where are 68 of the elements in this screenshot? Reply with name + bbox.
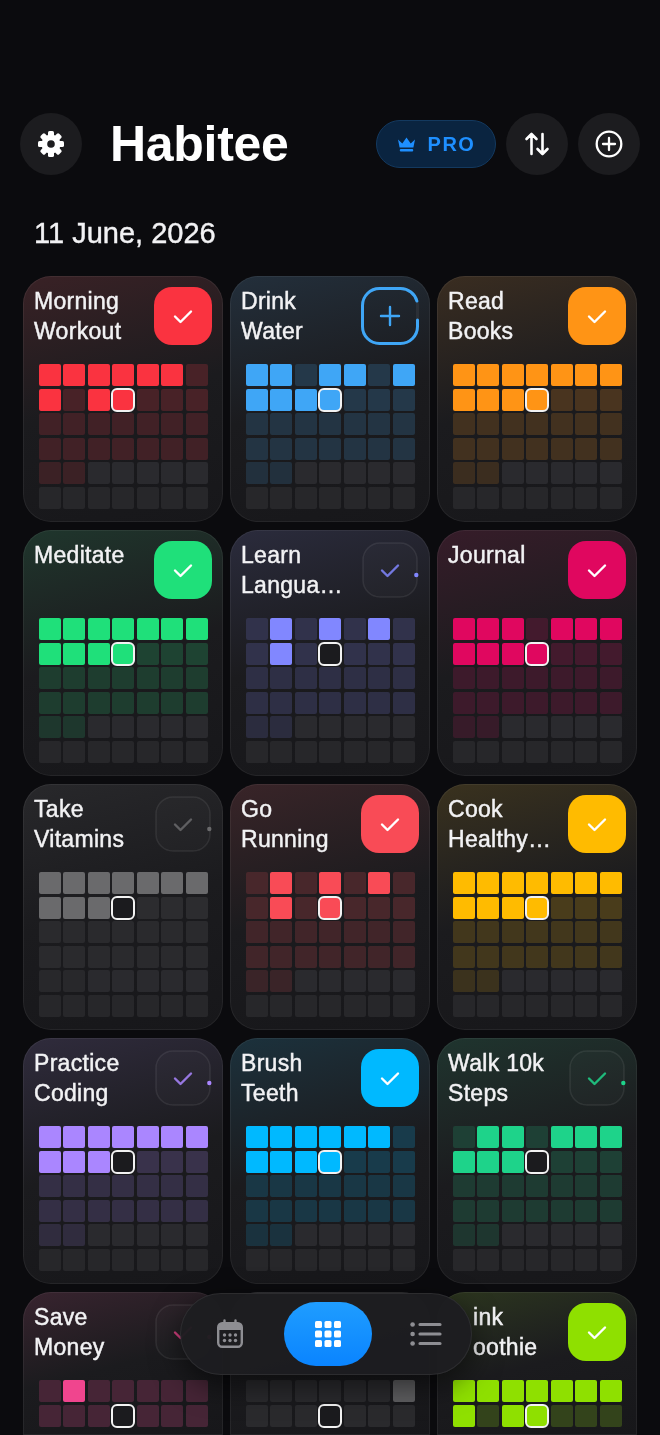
habit-card[interactable]: Drink Water: [230, 276, 430, 522]
app-title: Habitee: [110, 115, 289, 174]
habit-card[interactable]: Read Books: [437, 276, 637, 522]
habit-title: Walk 10k Steps: [448, 1049, 546, 1108]
habit-title: Morning Workout: [34, 287, 123, 346]
dot-icon: [414, 572, 419, 578]
list-icon: [410, 1321, 442, 1347]
habit-card[interactable]: ink oothie: [437, 1292, 637, 1435]
dot-icon: [207, 1080, 212, 1086]
settings-icon: [37, 130, 65, 158]
increment-button[interactable]: [361, 287, 419, 345]
checkmark-icon: [173, 818, 193, 832]
dot-icon: [207, 826, 212, 832]
habit-title: Meditate: [34, 541, 125, 570]
habit-card[interactable]: Walk 10k Steps: [437, 1038, 637, 1284]
habit-card[interactable]: Save Money: [23, 1292, 223, 1435]
checkmark-icon: [587, 1072, 607, 1086]
habit-title: Save Money: [34, 1303, 106, 1362]
checkmark-icon: [587, 1326, 607, 1340]
plus-icon: [379, 305, 401, 327]
date-label: 11 June, 2026: [34, 216, 217, 251]
check-button[interactable]: [154, 1049, 212, 1107]
crown-icon: [396, 136, 416, 152]
grid-icon: [315, 1321, 341, 1347]
checkmark-icon: [587, 818, 607, 832]
habit-card[interactable]: Brush Teeth: [230, 1038, 430, 1284]
habit-card[interactable]: Take Vitamins: [23, 784, 223, 1030]
check-button[interactable]: [361, 795, 419, 853]
check-button[interactable]: [568, 1049, 626, 1107]
habit-title: Go Running: [241, 795, 330, 854]
sort-icon: [523, 130, 551, 158]
checkmark-icon: [173, 310, 193, 324]
check-button[interactable]: [154, 541, 212, 599]
checkmark-icon: [380, 1072, 400, 1086]
calendar-icon: [216, 1319, 244, 1349]
habit-title: Drink Water: [241, 287, 304, 346]
pro-button[interactable]: PRO: [376, 120, 496, 168]
check-button[interactable]: [361, 541, 419, 599]
check-button[interactable]: [154, 287, 212, 345]
checkmark-icon: [587, 564, 607, 578]
checkmark-icon: [380, 564, 400, 578]
habit-card[interactable]: Go Running: [230, 784, 430, 1030]
habit-title: Cook Healthy…: [448, 795, 553, 854]
habit-card[interactable]: Meditate: [23, 530, 223, 776]
checkmark-icon: [587, 310, 607, 324]
checkmark-icon: [173, 564, 193, 578]
habit-card[interactable]: Practice Coding: [23, 1038, 223, 1284]
checkmark-icon: [173, 1072, 193, 1086]
habit-title: Practice Coding: [34, 1049, 121, 1108]
check-button[interactable]: [568, 795, 626, 853]
check-button[interactable]: [568, 541, 626, 599]
habit-title: Brush Teeth: [241, 1049, 304, 1108]
habit-card[interactable]: Cook Healthy…: [437, 784, 637, 1030]
habit-title: ink oothie: [473, 1303, 539, 1362]
dot-icon: [621, 1080, 626, 1086]
add-icon: [595, 130, 623, 158]
habit-title: Journal: [448, 541, 526, 570]
habit-card[interactable]: Journal: [437, 530, 637, 776]
habit-title: Learn Langua…: [241, 541, 344, 600]
habit-title: Take Vitamins: [34, 795, 126, 854]
habit-title: Read Books: [448, 287, 515, 346]
check-button[interactable]: [568, 287, 626, 345]
checkmark-icon: [380, 818, 400, 832]
check-button[interactable]: [361, 1049, 419, 1107]
habit-card[interactable]: Learn Langua…: [230, 530, 430, 776]
check-button[interactable]: [568, 1303, 626, 1361]
check-button[interactable]: [154, 795, 212, 853]
habit-card[interactable]: Morning Workout: [23, 276, 223, 522]
